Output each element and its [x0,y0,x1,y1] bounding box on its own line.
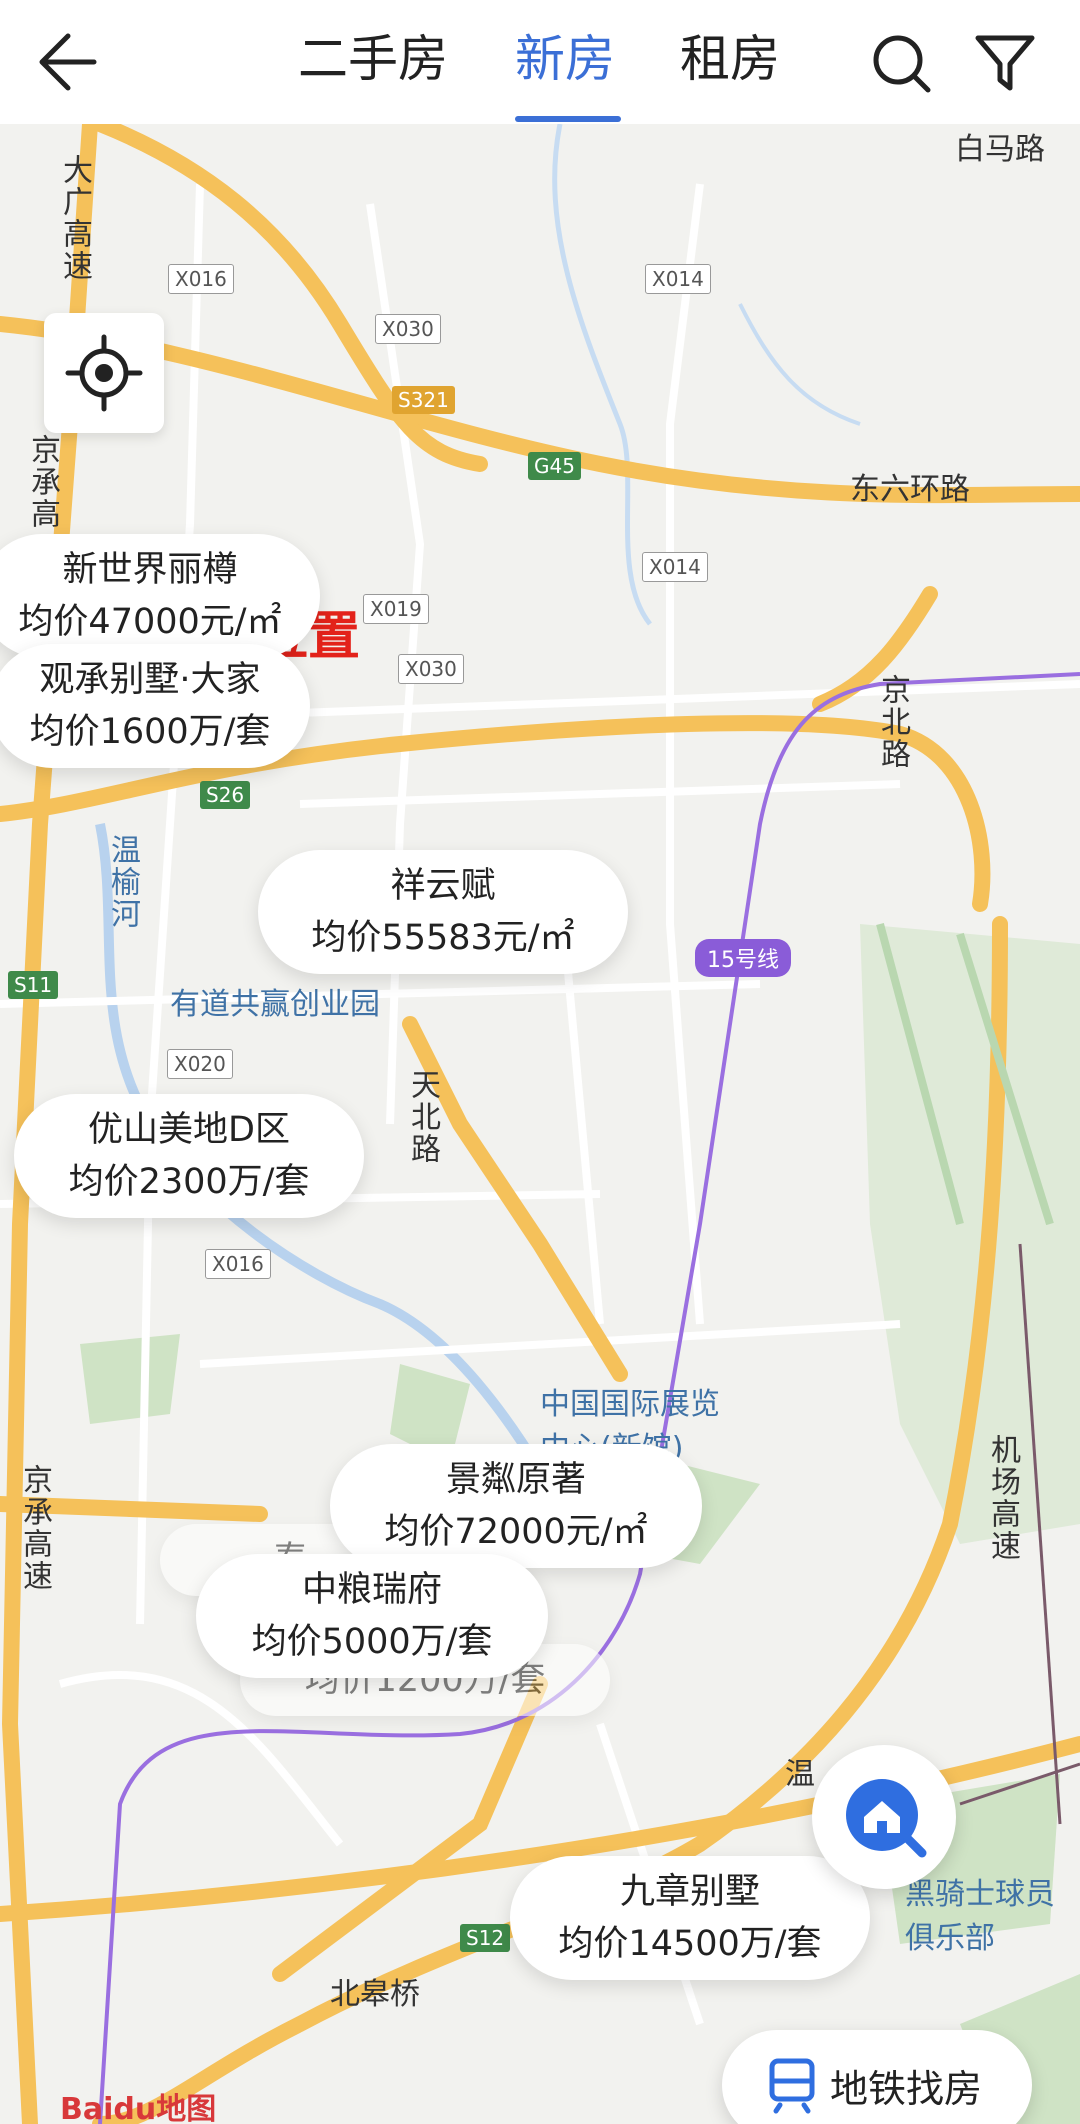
home-search-icon [846,1779,927,1858]
listing-name: 优山美地D区 [88,1110,290,1150]
listing-name: 九章别墅 [619,1872,760,1912]
listing-price: 均价14500万/套 [558,1924,822,1964]
filter-icon [975,35,1035,91]
search-icon [873,35,931,93]
label-wenyu-river: 温榆河 [105,834,140,930]
label-beigao-bridge: 北皋桥 [330,1977,420,2012]
listing-price: 均价5000万/套 [251,1622,493,1662]
hw-tag-s26: S26 [200,781,251,809]
road-tag-x019: X019 [363,594,429,624]
active-tab-indicator [515,116,621,122]
listing-price: 均价72000元/㎡ [384,1512,648,1552]
listing-name: 观承别墅·大家 [39,660,261,700]
map-view[interactable]: 白马路 东六环路 大广高速 京承高 京承高速 京北路 温榆河 天北路 有道共赢创… [0,124,1080,2124]
hw-tag-s12: S12 [460,1924,511,1952]
label-tianbei-road: 天北路 [405,1069,440,1165]
subway-search-label: 地铁找房 [830,2067,983,2111]
tab-secondhand[interactable]: 二手房 [298,24,448,94]
label-daguang-expressway: 大广高速 [57,154,92,282]
label-jingcheng-top: 京承高 [25,434,60,530]
subway-icon [769,2058,815,2114]
hw-tag-s321: S321 [392,386,455,414]
label-jingcheng-expressway: 京承高速 [17,1464,52,1592]
listing-price: 均价47000元/㎡ [18,602,282,642]
listing-price: 均价2300万/套 [68,1162,310,1202]
listing-name: 祥云赋 [390,866,496,906]
listing-bubble-xiangyunfu[interactable]: 祥云赋 均价55583元/㎡ [258,850,628,974]
arrow-left-icon [39,33,97,91]
listing-price: 均价1600万/套 [29,712,271,752]
back-button[interactable] [28,26,108,98]
listing-bubble-zhongliang[interactable]: 中粮瑞府 均价5000万/套 [196,1554,548,1678]
label-baima-road: 白马路 [955,132,1045,167]
hw-tag-g45: G45 [528,452,581,480]
subway-line-15-tag: 15号线 [695,939,791,977]
locate-me-button[interactable] [44,313,164,433]
filter-button[interactable] [970,26,1040,98]
listing-name: 新世界丽樽 [62,550,238,590]
road-tag-x030-2: X030 [398,654,464,684]
baidu-map-logo: Baidu地图 [60,2092,217,2124]
hw-tag-s11: S11 [8,971,59,999]
subway-search-button[interactable]: 地铁找房 [722,2030,1032,2124]
label-jingbei-road: 京北路 [875,674,910,770]
listing-bubble-xinshijie[interactable]: 新世界丽樽 均价47000元/㎡ [0,534,320,658]
listing-bubble-guancheng[interactable]: 观承别墅·大家 均价1600万/套 [0,644,310,768]
listing-price: 均价55583元/㎡ [311,918,575,958]
road-tag-x014: X014 [645,264,711,294]
road-tag-x016-2: X016 [205,1249,271,1279]
road-tag-x020: X020 [167,1049,233,1079]
listing-bubble-jinglin[interactable]: 景粼原著 均价72000元/㎡ [330,1444,702,1568]
top-nav-bar: 二手房 新房 租房 [0,0,1080,124]
listing-name: 景粼原著 [445,1460,586,1500]
home-search-button[interactable] [812,1745,956,1889]
label-airport-expressway: 机场高速 [985,1434,1020,1562]
tab-new-homes[interactable]: 新房 [515,24,615,94]
road-tag-x014-2: X014 [642,552,708,582]
crosshair-icon [65,334,143,412]
listing-bubble-youshan[interactable]: 优山美地D区 均价2300万/套 [14,1094,364,1218]
tab-rental[interactable]: 租房 [680,24,780,94]
label-wen: 温 [785,1757,815,1792]
label-dongliu-ring: 东六环路 [850,472,970,507]
label-youdao-park: 有道共赢创业园 [170,987,380,1022]
road-tag-x016: X016 [168,264,234,294]
search-button[interactable] [866,26,936,98]
listing-name: 中粮瑞府 [301,1570,442,1610]
road-tag-x030: X030 [375,314,441,344]
